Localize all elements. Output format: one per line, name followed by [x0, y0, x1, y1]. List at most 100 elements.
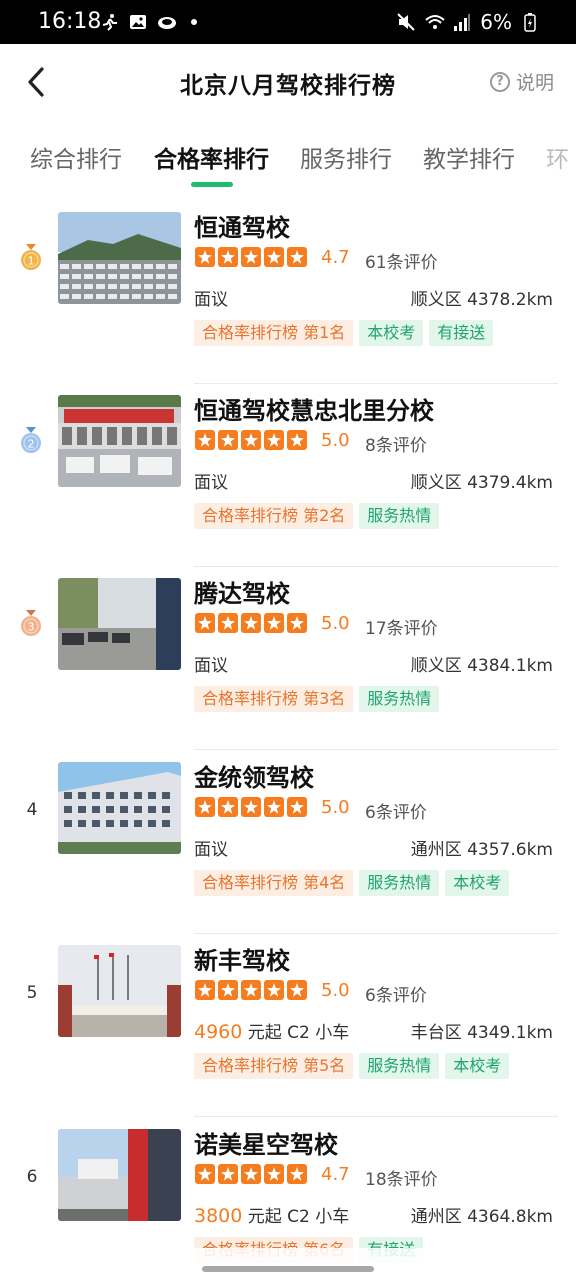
notification-icons — [100, 12, 204, 32]
tab-teaching[interactable]: 教学排行 — [423, 140, 515, 174]
school-photo — [58, 945, 181, 1037]
rating-stars — [195, 613, 307, 633]
star-icon — [195, 613, 215, 633]
rating-stars — [195, 980, 307, 1000]
tab-bar: 综合排行 合格率排行 服务排行 教学排行 环 — [0, 130, 576, 190]
tag: 服务热情 — [359, 1053, 440, 1079]
school-photo — [58, 578, 181, 670]
tag-list: 合格率排行榜 第4名 服务热情 本校考 — [194, 870, 510, 896]
star-icon — [264, 430, 284, 450]
star-icon — [287, 980, 307, 1000]
system-icons: 6% — [396, 10, 540, 34]
star-icon — [241, 247, 261, 267]
price-suffix: 元起 C2 小车 — [247, 1023, 350, 1043]
price-line: 面议 — [194, 468, 228, 493]
star-icon — [195, 430, 215, 450]
review-count: 61条评价 — [365, 253, 438, 273]
tag-list: 合格率排行榜 第3名 服务热情 — [194, 686, 440, 712]
school-item[interactable]: 4 金统领驾校 5.0 6条评价 面议 通州区 4357.6km 合格率排行榜 第4名 服务热… — [0, 750, 576, 934]
rating-score: 4.7 — [321, 247, 350, 268]
tab-pass-rate[interactable]: 合格率排行 — [154, 140, 269, 174]
rating-score: 5.0 — [321, 980, 350, 1001]
rating-score: 5.0 — [321, 613, 350, 634]
tag: 本校考 — [445, 1053, 510, 1079]
school-photo — [58, 1129, 181, 1221]
star-icon — [264, 980, 284, 1000]
school-item[interactable]: 1 恒通驾校 4.7 61条评价 面议 顺义区 4378.2km 合格率排行榜 第1名 本校考… — [0, 200, 576, 384]
school-item[interactable]: 3 腾达驾校 5.0 17条评价 面议 顺义区 4384.1km 合格率排行榜 第3名 服务热… — [0, 566, 576, 750]
school-item[interactable]: 5 新丰驾校 5.0 6条评价 4960 元起 C2 小车 丰台区 4349.1km 合格率… — [0, 933, 576, 1117]
signal-icon — [452, 12, 472, 32]
tag: 服务热情 — [359, 870, 440, 896]
star-icon — [195, 247, 215, 267]
home-indicator[interactable] — [202, 1266, 374, 1272]
tag: 合格率排行榜 第4名 — [194, 870, 354, 896]
review-count: 6条评价 — [365, 803, 427, 823]
tab-overall[interactable]: 综合排行 — [30, 140, 122, 174]
school-name: 金统领驾校 — [194, 764, 314, 792]
star-icon — [264, 613, 284, 633]
rating-stars — [195, 797, 307, 817]
price-line: 4960 元起 C2 小车 — [194, 1018, 349, 1043]
tab-service[interactable]: 服务排行 — [300, 140, 392, 174]
review-count: 17条评价 — [365, 619, 438, 639]
rank-number: 3 — [28, 621, 35, 634]
rating-score: 5.0 — [321, 430, 350, 451]
tag-list: 合格率排行榜 第2名 服务热情 — [194, 503, 440, 529]
location-distance: 顺义区 4379.4km — [410, 473, 553, 493]
review-count: 6条评价 — [365, 986, 427, 1006]
school-photo — [58, 212, 181, 304]
star-icon — [218, 797, 238, 817]
star-icon — [218, 430, 238, 450]
price-line: 面议 — [194, 835, 228, 860]
rank-medal-icon: 1 — [19, 244, 43, 272]
tag: 服务热情 — [359, 503, 440, 529]
star-icon — [241, 613, 261, 633]
price-line: 面议 — [194, 651, 228, 676]
rank-number: 2 — [28, 438, 35, 451]
tag-list: 合格率排行榜 第1名 本校考 有接送 — [194, 320, 494, 346]
rating-score: 5.0 — [321, 797, 350, 818]
school-item[interactable]: 2 恒通驾校慧忠北里分校 5.0 8条评价面议 顺义区 4379.4km 合格率排行榜 第… — [0, 383, 576, 567]
image-icon — [128, 12, 148, 32]
star-icon — [287, 797, 307, 817]
school-name: 恒通驾校慧忠北里分校 — [194, 397, 434, 425]
tag: 合格率排行榜 第2名 — [194, 503, 354, 529]
cloud-icon — [156, 12, 176, 32]
review-count: 8条评价 — [365, 436, 427, 456]
status-time: 16:18 — [38, 9, 102, 34]
battery-percent: 6% — [480, 10, 512, 34]
school-photo — [58, 762, 181, 854]
star-icon — [264, 247, 284, 267]
star-icon — [241, 1164, 261, 1184]
tab-environment[interactable]: 环 — [546, 140, 569, 174]
rank-number: 6 — [26, 1167, 38, 1187]
star-icon — [287, 613, 307, 633]
review-count: 18条评价 — [365, 1170, 438, 1190]
dot-icon — [184, 12, 204, 32]
star-icon — [218, 980, 238, 1000]
location-distance: 通州区 4364.8km — [410, 1207, 553, 1227]
rating-stars — [195, 1164, 307, 1184]
mute-icon — [396, 12, 416, 32]
running-icon — [100, 12, 120, 32]
help-button[interactable]: ? 说明 — [489, 68, 554, 95]
star-icon — [287, 247, 307, 267]
star-icon — [287, 1164, 307, 1184]
question-icon: ? — [489, 71, 510, 92]
wifi-icon — [424, 12, 445, 32]
rank-medal-icon: 2 — [19, 427, 43, 455]
school-name: 诺美星空驾校 — [194, 1131, 338, 1159]
school-name: 腾达驾校 — [194, 580, 290, 608]
location-distance: 顺义区 4378.2km — [410, 290, 553, 310]
help-label: 说明 — [515, 72, 554, 94]
tag: 合格率排行榜 第1名 — [194, 320, 354, 346]
price-suffix: 元起 C2 小车 — [247, 1207, 350, 1227]
school-name: 恒通驾校 — [194, 214, 290, 242]
star-icon — [241, 430, 261, 450]
rating-stars — [195, 247, 307, 267]
tag-list: 合格率排行榜 第5名 服务热情 本校考 — [194, 1053, 510, 1079]
tag: 本校考 — [445, 870, 510, 896]
price-value: 3800 — [194, 1205, 243, 1227]
status-bar: 16:18 6% — [0, 0, 576, 44]
